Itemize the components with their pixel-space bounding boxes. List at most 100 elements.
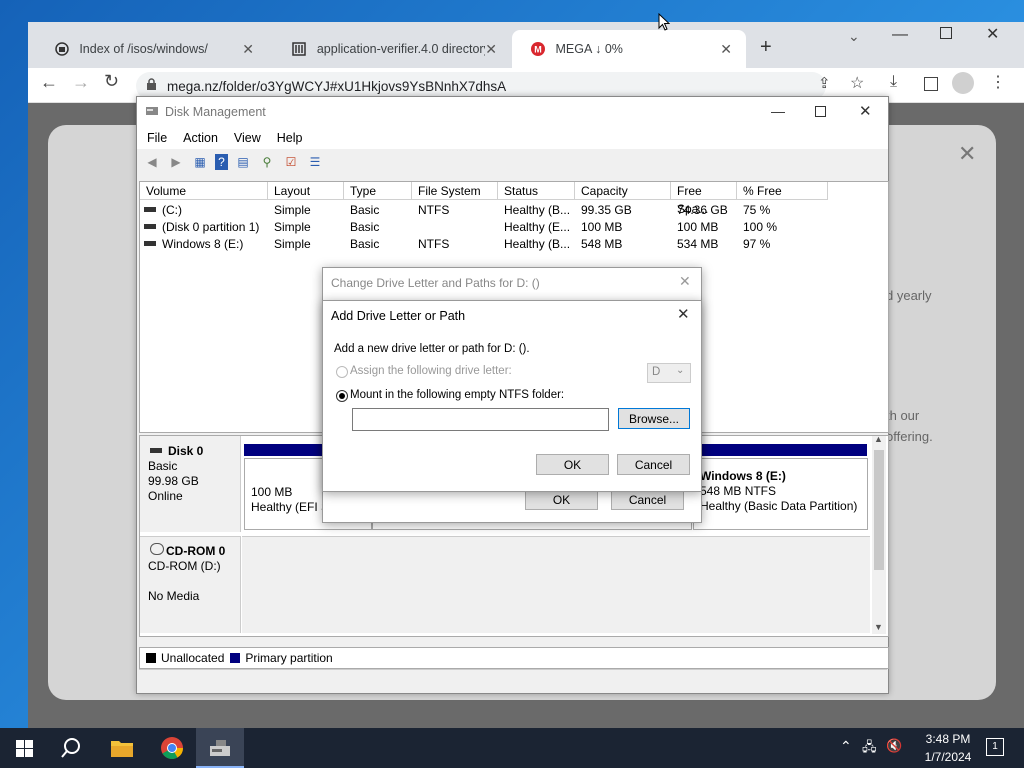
profile-avatar[interactable] bbox=[952, 72, 974, 94]
add-dialog-close-icon[interactable]: ✕ bbox=[677, 305, 690, 323]
back-icon[interactable]: ← bbox=[40, 72, 58, 93]
windows-start-icon[interactable] bbox=[16, 740, 33, 760]
volume-muted-icon[interactable]: 🔇 bbox=[886, 738, 902, 754]
close-tab-icon[interactable]: ✕ bbox=[242, 41, 254, 58]
cell-percent-free: 75 % bbox=[743, 203, 771, 217]
drive-letter-select[interactable]: D ⌄ bbox=[647, 363, 691, 383]
change-ok-button[interactable]: OK bbox=[525, 490, 598, 510]
add-ok-button[interactable]: OK bbox=[536, 454, 609, 475]
side-panel-icon[interactable] bbox=[924, 77, 938, 91]
cell-type: Basic bbox=[350, 220, 380, 234]
table-row[interactable]: Windows 8 (E:) Simple Basic NTFS Healthy… bbox=[140, 236, 888, 253]
url-text: mega.nz/folder/o3YgWCYJ#xU1Hkjovs9YsBNnh… bbox=[167, 78, 507, 94]
disk0-state: Online bbox=[148, 489, 183, 503]
menu-file[interactable]: File bbox=[147, 131, 167, 145]
chevron-up-icon[interactable]: ⌃ bbox=[840, 738, 852, 755]
checklist-icon[interactable]: ☑ bbox=[282, 154, 300, 170]
disk-management-app-icon bbox=[210, 740, 230, 756]
download-icon[interactable]: ⤓ bbox=[890, 73, 897, 91]
properties-icon[interactable]: ▤ bbox=[234, 154, 252, 170]
col-status[interactable]: Status bbox=[498, 182, 575, 200]
tab-label: application-verifier.4.0 directory bbox=[316, 42, 486, 56]
disk0-name: Disk 0 bbox=[168, 444, 204, 458]
cdrom-name: CD-ROM 0 bbox=[166, 544, 226, 558]
add-dialog-prompt: Add a new drive letter or path for D: ()… bbox=[334, 343, 530, 355]
menu-view[interactable]: View bbox=[234, 131, 261, 145]
file-explorer-icon[interactable] bbox=[110, 738, 134, 761]
win8-status: Healthy (Basic Data Partition) bbox=[700, 499, 858, 513]
share-icon[interactable]: ⇪ bbox=[818, 74, 831, 92]
col-layout[interactable]: Layout bbox=[268, 182, 344, 200]
assign-letter-radio[interactable] bbox=[336, 366, 348, 378]
add-cancel-button[interactable]: Cancel bbox=[617, 454, 690, 475]
forward-arrow-icon[interactable]: ▶ bbox=[167, 154, 185, 170]
cell-status: Healthy (B... bbox=[504, 237, 571, 251]
clock-date[interactable]: 1/7/2024 bbox=[918, 750, 978, 764]
minimize-icon[interactable]: — bbox=[892, 26, 908, 44]
console-tree-icon[interactable]: ▦ bbox=[191, 154, 209, 170]
maximize-icon[interactable] bbox=[940, 27, 952, 39]
tab-index-isos[interactable]: Index of /isos/windows/ ✕ bbox=[36, 30, 268, 68]
disk-management-taskbar-button[interactable] bbox=[196, 728, 244, 768]
col-volume[interactable]: Volume bbox=[140, 182, 268, 200]
mouse-cursor-icon bbox=[658, 12, 671, 34]
menu-action[interactable]: Action bbox=[183, 131, 218, 145]
modal-close-icon[interactable]: ✕ bbox=[958, 141, 976, 167]
table-row[interactable]: (Disk 0 partition 1) Simple Basic Health… bbox=[140, 219, 888, 236]
mega-icon: M bbox=[530, 41, 546, 57]
help-icon[interactable]: ? bbox=[215, 154, 228, 170]
mega-text-offering: offering. bbox=[886, 429, 933, 444]
col-capacity[interactable]: Capacity bbox=[575, 182, 671, 200]
clock-time[interactable]: 3:48 PM bbox=[918, 732, 978, 746]
connect-icon[interactable]: ⚲ bbox=[258, 154, 276, 170]
search-icon[interactable] bbox=[60, 737, 82, 762]
settings-list-icon[interactable]: ☰ bbox=[306, 154, 324, 170]
cdrom-header[interactable]: CD-ROM 0 CD-ROM (D:) No Media bbox=[140, 536, 241, 633]
browse-button[interactable]: Browse... bbox=[618, 408, 690, 429]
col-type[interactable]: Type bbox=[344, 182, 412, 200]
scrollbar-thumb[interactable] bbox=[874, 450, 884, 570]
dm-menubar: File Action View Help bbox=[137, 127, 888, 149]
menu-help[interactable]: Help bbox=[277, 131, 303, 145]
col-file-system[interactable]: File System bbox=[412, 182, 498, 200]
dm-minimize-icon[interactable]: — bbox=[771, 103, 785, 119]
col-free-space[interactable]: Free Spa... bbox=[671, 182, 737, 216]
chrome-icon[interactable] bbox=[160, 736, 184, 763]
chevron-down-icon: ⌄ bbox=[676, 365, 685, 376]
table-row[interactable]: (C:) Simple Basic NTFS Healthy (B... 99.… bbox=[140, 202, 888, 219]
tab-mega[interactable]: M MEGA ↓ 0% ✕ bbox=[512, 30, 746, 68]
graph-scrollbar[interactable]: ▲ ▼ bbox=[872, 434, 886, 634]
menu-kebab-icon[interactable]: ⋮ bbox=[990, 72, 1006, 92]
reload-icon[interactable]: ↻ bbox=[104, 71, 119, 92]
cell-capacity: 548 MB bbox=[581, 237, 623, 251]
scroll-up-icon[interactable]: ▲ bbox=[874, 434, 883, 444]
tab-search-icon[interactable]: ⌄ bbox=[848, 28, 860, 45]
close-tab-icon[interactable]: ✕ bbox=[720, 41, 732, 58]
change-dialog-close-icon[interactable]: ✕ bbox=[679, 273, 691, 290]
mount-path-input[interactable] bbox=[352, 408, 609, 431]
efi-status: Healthy (EFI S bbox=[251, 500, 330, 514]
network-icon[interactable]: 🖧 bbox=[862, 738, 877, 760]
scroll-down-icon[interactable]: ▼ bbox=[874, 622, 883, 632]
page-icon bbox=[54, 41, 69, 57]
new-tab-icon[interactable]: + bbox=[760, 36, 772, 59]
cell-percent-free: 100 % bbox=[743, 220, 778, 234]
change-cancel-button[interactable]: Cancel bbox=[611, 490, 684, 510]
notification-center-icon[interactable]: 1 bbox=[986, 738, 1004, 756]
dm-maximize-icon[interactable] bbox=[815, 106, 826, 117]
cell-free-space: 100 MB bbox=[677, 220, 719, 234]
disk0-header[interactable]: Disk 0 Basic 99.98 GB Online bbox=[140, 436, 241, 532]
close-window-icon[interactable]: ✕ bbox=[986, 24, 999, 44]
taskbar: ⌃ 🖧 🔇 3:48 PM 1/7/2024 1 bbox=[0, 728, 1024, 768]
back-arrow-icon[interactable]: ◀ bbox=[143, 154, 161, 170]
volume-icon bbox=[144, 224, 156, 229]
tab-application-verifier[interactable]: application-verifier.4.0 directory ✕ bbox=[273, 30, 511, 68]
bookmark-star-icon[interactable]: ☆ bbox=[850, 73, 864, 93]
assign-letter-label: Assign the following drive letter: bbox=[350, 365, 512, 377]
mount-folder-radio[interactable] bbox=[336, 390, 348, 402]
col-percent-free[interactable]: % Free bbox=[737, 182, 828, 200]
forward-icon[interactable]: → bbox=[72, 72, 90, 93]
partition-windows8[interactable]: Windows 8 (E:) 548 MB NTFS Healthy (Basi… bbox=[693, 458, 868, 530]
close-tab-icon[interactable]: ✕ bbox=[485, 41, 497, 58]
dm-close-icon[interactable]: ✕ bbox=[859, 102, 872, 120]
